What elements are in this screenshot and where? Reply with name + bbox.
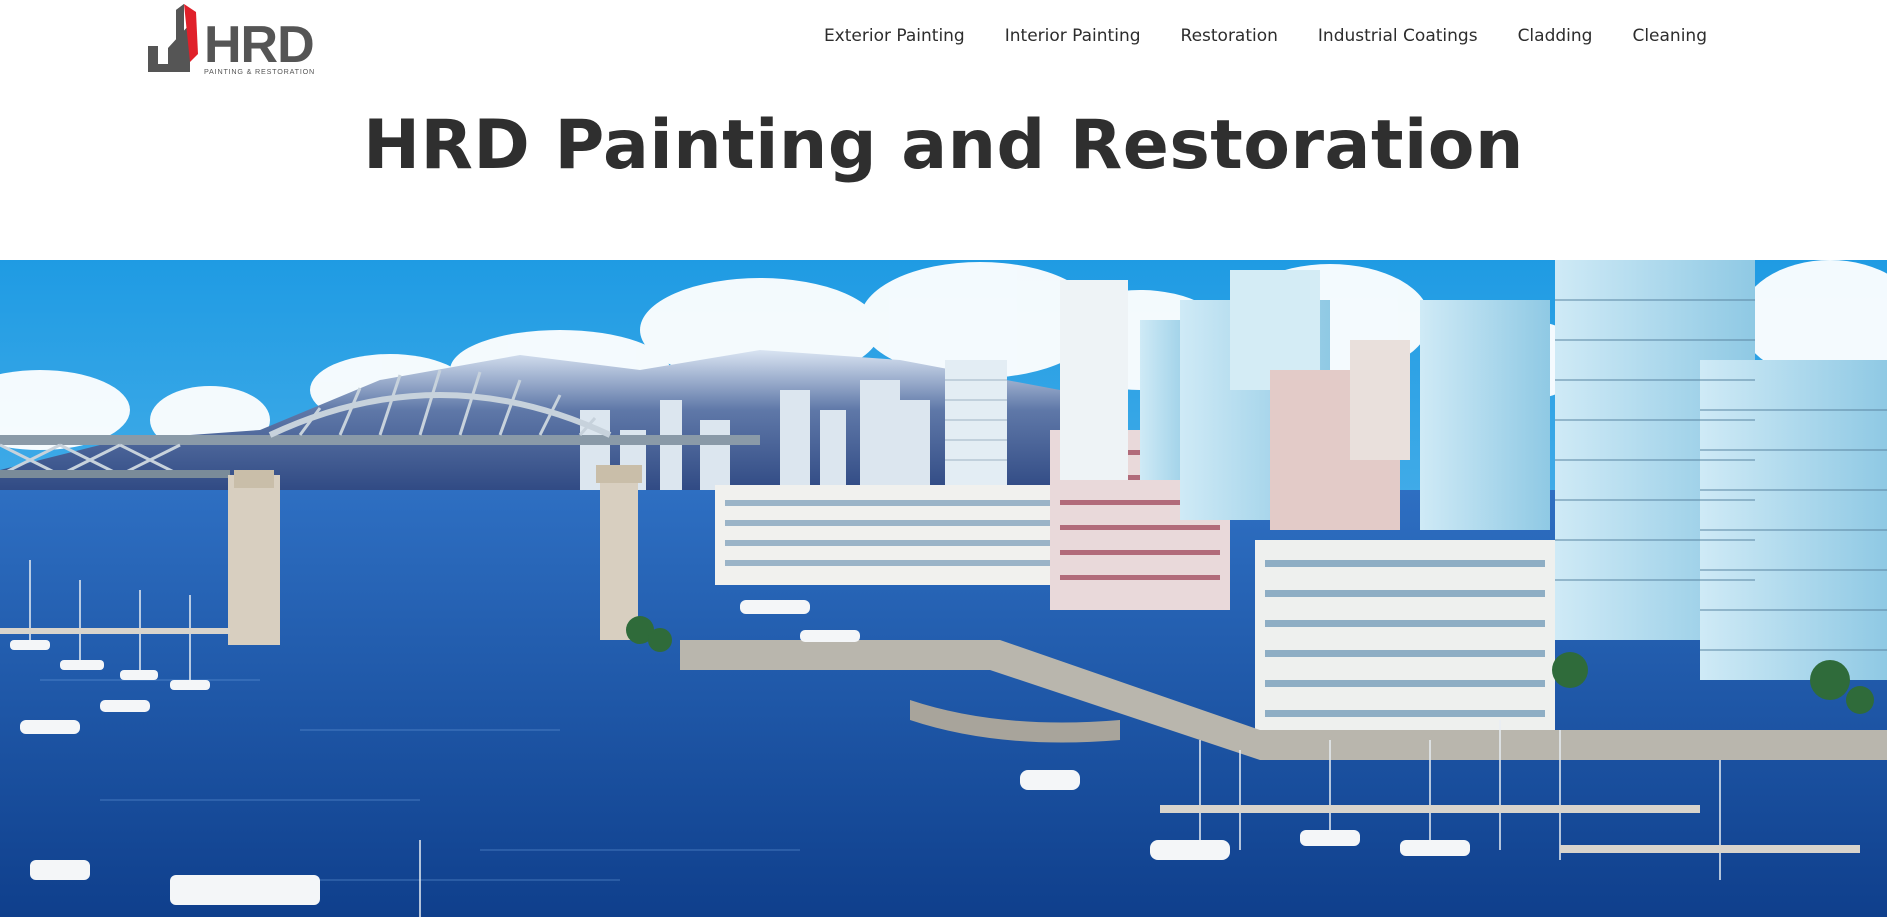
nav-interior-painting[interactable]: Interior Painting bbox=[985, 24, 1161, 48]
nav-cleaning[interactable]: Cleaning bbox=[1612, 24, 1707, 48]
svg-text:PAINTING & RESTORATION: PAINTING & RESTORATION bbox=[204, 67, 315, 76]
nav-exterior-painting[interactable]: Exterior Painting bbox=[804, 24, 985, 48]
main-nav: Exterior Painting Interior Painting Rest… bbox=[804, 24, 1707, 48]
hrd-logo[interactable]: HRD PAINTING & RESTORATION bbox=[146, 2, 334, 76]
vancouver-skyline-image bbox=[0, 260, 1887, 917]
site-header: HRD PAINTING & RESTORATION Exterior Pain… bbox=[0, 0, 1887, 80]
nav-industrial-coatings[interactable]: Industrial Coatings bbox=[1298, 24, 1498, 48]
hrd-logo-icon: HRD PAINTING & RESTORATION bbox=[148, 4, 315, 76]
nav-cladding[interactable]: Cladding bbox=[1498, 24, 1613, 48]
hero-image bbox=[0, 260, 1887, 917]
svg-text:HRD: HRD bbox=[204, 16, 314, 74]
page-title: HRD Painting and Restoration bbox=[363, 106, 1524, 185]
nav-restoration[interactable]: Restoration bbox=[1161, 24, 1298, 48]
